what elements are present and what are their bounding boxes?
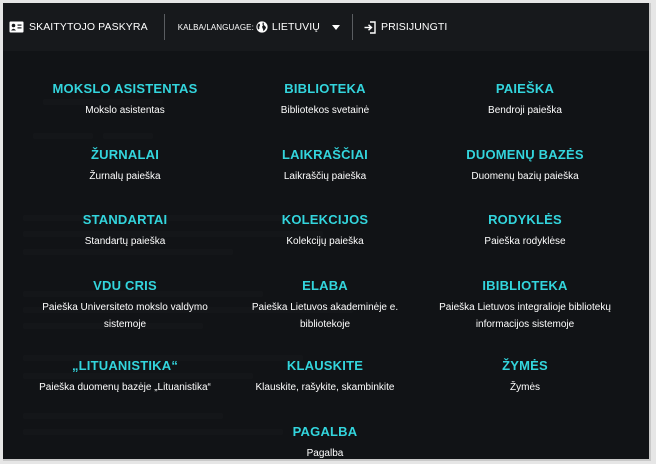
menu-item-desc: Duomenų bazių paieška [471,171,579,182]
menu-item-desc-line1: Paieška Lietuvos akademinėje e. [251,302,399,313]
id-card-icon [9,21,24,33]
language-selector[interactable]: KALBA/LANGUAGE: LIETUVIŲ [165,3,352,51]
reader-account-link[interactable]: SKAITYTOJO PASKYRA [3,3,164,51]
menu-item-title: ELABA [302,278,348,293]
language-prefix: KALBA/LANGUAGE: [177,22,254,32]
menu-item-title: STANDARTAI [82,212,168,227]
login-label: PRISIJUNGTI [380,21,448,33]
menu-item-klauskite[interactable]: KLAUSKITE Klauskite, rašykite, skambinki… [225,358,425,396]
menu-item-rodykles[interactable]: RODYKLĖS Paieška rodyklėse [425,212,625,250]
menu-item-desc-line2: bibliotekoje [299,319,351,330]
menu-item-desc: Žymės [510,382,540,393]
menu-item-title: LAIKRAŠČIAI [282,147,368,162]
menu-item-desc: Standartų paieška [84,236,166,247]
menu-item-paieska[interactable]: PAIEŠKA Bendroji paieška [425,81,625,119]
reader-account-label: SKAITYTOJO PASKYRA [29,21,148,33]
menu-item-desc-line1: Paieška Lietuvos integralioje bibliotekų [439,302,611,313]
menu-item-title: KOLEKCIJOS [281,212,369,227]
menu-item-ibiblioteka[interactable]: IBIBLIOTEKA Paieška Lietuvos integralioj… [410,278,640,333]
menu-item-desc: Pagalba [306,448,344,459]
menu-item-desc: Laikraščių paieška [283,171,367,182]
top-bar: SKAITYTOJO PASKYRA KALBA/LANGUAGE: LIETU… [3,3,649,51]
menu-item-desc: Paieška duomenų bazėje „Lituanistika“ [39,382,211,393]
menu-item-kolekcijos[interactable]: KOLEKCIJOS Kolekcijų paieška [225,212,425,250]
menu-item-title: „LITUANISTIKA“ [71,358,179,373]
menu-item-laikrasciai[interactable]: LAIKRAŠČIAI Laikraščių paieška [225,147,425,185]
menu-item-title: PAIEŠKA [495,81,555,96]
caret-down-icon [331,24,340,30]
app-frame: SKAITYTOJO PASKYRA KALBA/LANGUAGE: LIETU… [3,3,651,461]
menu-item-title: BIBLIOTEKA [284,81,366,96]
menu-item-zymes[interactable]: ŽYMĖS Žymės [425,358,625,396]
language-value: LIETUVIŲ [271,21,320,33]
menu-item-desc: Paieška rodyklėse [484,236,566,247]
menu-item-desc: Mokslo asistentas [85,105,165,116]
menu-item-title: MOKSLO ASISTENTAS [52,81,198,96]
menu-item-title: IBIBLIOTEKA [482,278,568,293]
menu-item-standartai[interactable]: STANDARTAI Standartų paieška [25,212,225,250]
menu-item-vdu-cris[interactable]: VDU CRIS Paieška Universiteto mokslo val… [10,278,240,333]
menu-item-desc: Bibliotekos svetainė [280,105,370,116]
menu-item-title: ŽYMĖS [502,358,548,373]
sign-in-icon [364,20,376,34]
menu-item-desc-line1: Paieška Universiteto mokslo valdymo [42,302,208,313]
menu-item-lituanistika[interactable]: „LITUANISTIKA“ Paieška duomenų bazėje „L… [10,358,240,396]
menu-item-biblioteka[interactable]: BIBLIOTEKA Bibliotekos svetainė [225,81,425,119]
menu-item-desc: Kolekcijų paieška [286,236,364,247]
menu-item-title: PAGALBA [292,424,358,439]
login-link[interactable]: PRISIJUNGTI [353,3,447,51]
menu-item-desc: Bendroji paieška [488,105,562,116]
menu-item-desc-line2: sistemoje [103,319,147,330]
menu-item-pagalba[interactable]: PAGALBA Pagalba [225,424,425,459]
menu-item-duomenu-bazes[interactable]: DUOMENŲ BAZĖS Duomenų bazių paieška [425,147,625,185]
menu-grid: MOKSLO ASISTENTAS Mokslo asistentas BIBL… [3,51,649,459]
globe-icon [256,21,268,33]
menu-item-title: RODYKLĖS [488,212,562,227]
menu-item-title: DUOMENŲ BAZĖS [466,147,584,162]
menu-item-zurnalai[interactable]: ŽURNALAI Žurnalų paieška [25,147,225,185]
menu-item-mokslo-asistentas[interactable]: MOKSLO ASISTENTAS Mokslo asistentas [25,81,225,119]
menu-item-desc-line2: informacijos sistemoje [475,319,575,330]
menu-item-elaba[interactable]: ELABA Paieška Lietuvos akademinėje e. bi… [210,278,440,333]
mega-menu-overlay: MOKSLO ASISTENTAS Mokslo asistentas BIBL… [3,51,649,459]
menu-item-desc: Klauskite, rašykite, skambinkite [255,382,395,393]
menu-item-title: ŽURNALAI [90,147,160,162]
menu-item-title: KLAUSKITE [286,358,364,373]
menu-item-desc: Žurnalų paieška [89,171,161,182]
menu-item-title: VDU CRIS [93,278,157,293]
